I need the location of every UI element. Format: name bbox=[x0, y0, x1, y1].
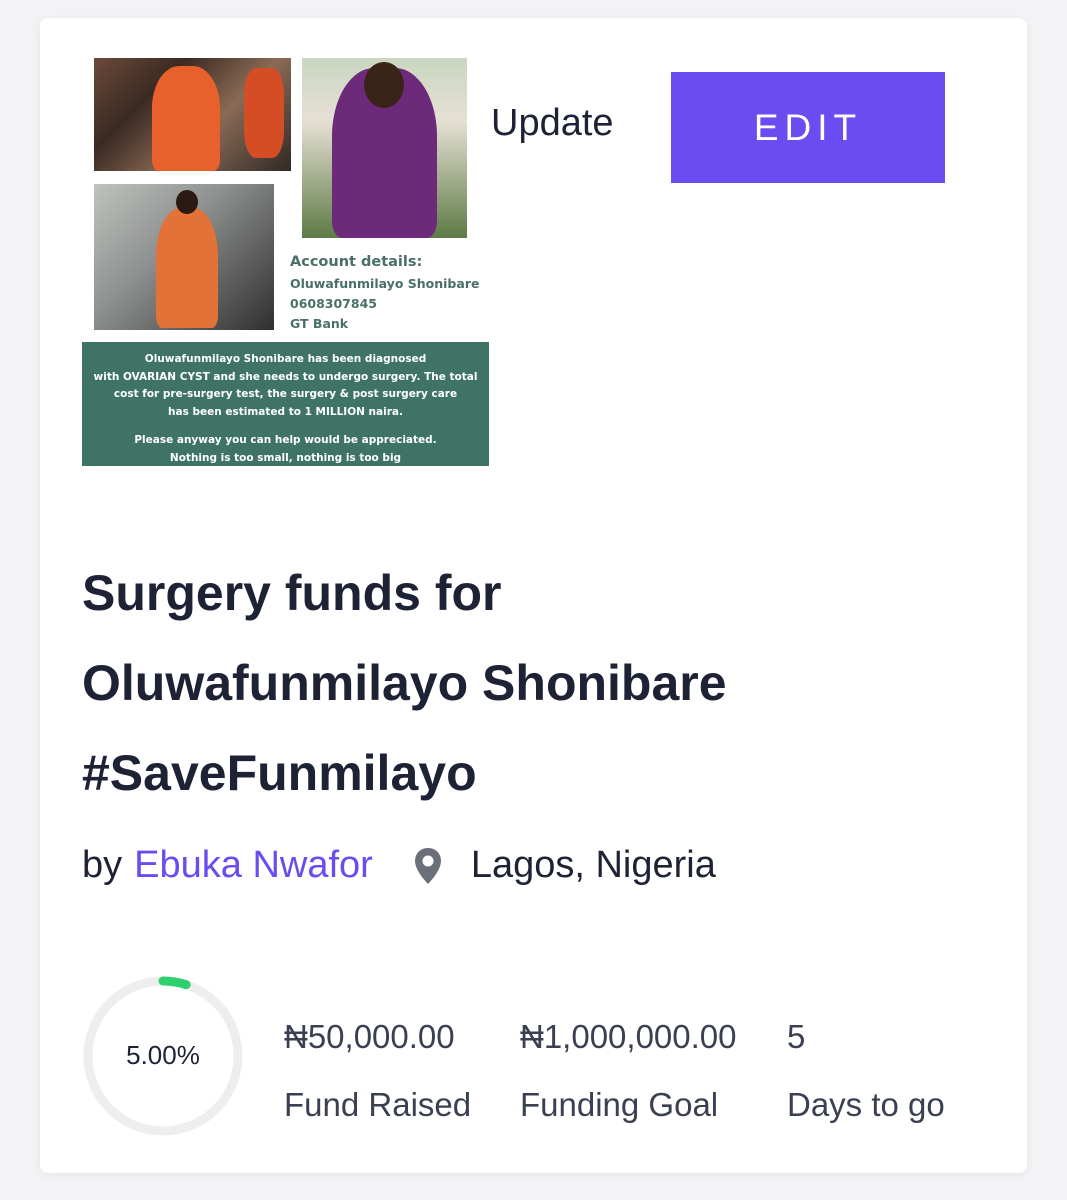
account-details: Account details: Oluwafunmilayo Shonibar… bbox=[290, 254, 485, 334]
byline: by Ebuka Nwafor Lagos, Nigeria bbox=[82, 844, 716, 887]
author-link[interactable]: Ebuka Nwafor bbox=[134, 844, 373, 887]
edit-button[interactable]: EDIT bbox=[671, 72, 945, 183]
banner-text: has been estimated to 1 MILLION naira. bbox=[168, 405, 403, 418]
banner-text: cost for pre-surgery test, the surgery &… bbox=[113, 388, 458, 400]
account-heading: Account details: bbox=[290, 254, 423, 270]
title-line: #SaveFunmilayo bbox=[82, 745, 477, 801]
banner-text: Please anyway you can help would be appr… bbox=[134, 434, 437, 446]
photo-patient-1 bbox=[94, 58, 291, 171]
stat-funding-goal: ₦1,000,000.00 Funding Goal bbox=[520, 1018, 737, 1124]
location-text: Lagos, Nigeria bbox=[470, 844, 716, 886]
account-bank: GT Bank bbox=[290, 316, 349, 331]
progress-percent: 5.00% bbox=[126, 1040, 200, 1070]
title-line: Oluwafunmilayo Shonibare bbox=[82, 655, 727, 711]
banner-text: with OVARIAN CYST and she needs to under… bbox=[93, 370, 478, 383]
account-number: 0608307845 bbox=[290, 296, 377, 311]
title-line: Surgery funds for bbox=[82, 565, 502, 621]
funding-goal-value: ₦1,000,000.00 bbox=[520, 1018, 737, 1055]
photo-patient-2 bbox=[302, 58, 467, 238]
progress-arc bbox=[158, 976, 191, 990]
campaign-card: Account details: Oluwafunmilayo Shonibar… bbox=[40, 18, 1027, 1173]
fund-raised-value: ₦50,000.00 bbox=[284, 1018, 455, 1055]
funding-goal-label: Funding Goal bbox=[520, 1086, 719, 1123]
photo-patient-3 bbox=[94, 184, 274, 330]
stat-days-to-go: 5 Days to go bbox=[787, 1018, 945, 1124]
days-value: 5 bbox=[787, 1018, 806, 1055]
account-name: Oluwafunmilayo Shonibare bbox=[290, 276, 480, 291]
update-label: Update bbox=[491, 102, 614, 144]
by-prefix: by bbox=[82, 844, 123, 886]
stat-fund-raised: ₦50,000.00 Fund Raised bbox=[284, 1018, 471, 1124]
campaign-title: Surgery funds for Oluwafunmilayo Shoniba… bbox=[82, 548, 982, 818]
poster-banner: Oluwafunmilayo Shonibare has been diagno… bbox=[82, 342, 489, 466]
campaign-image: Account details: Oluwafunmilayo Shonibar… bbox=[82, 58, 489, 466]
fund-raised-label: Fund Raised bbox=[284, 1086, 472, 1123]
map-pin-icon bbox=[413, 846, 443, 886]
banner-text: Oluwafunmilayo Shonibare has been diagno… bbox=[144, 353, 427, 365]
days-label: Days to go bbox=[787, 1086, 945, 1123]
banner-text: Nothing is too small, nothing is too big bbox=[169, 451, 402, 464]
